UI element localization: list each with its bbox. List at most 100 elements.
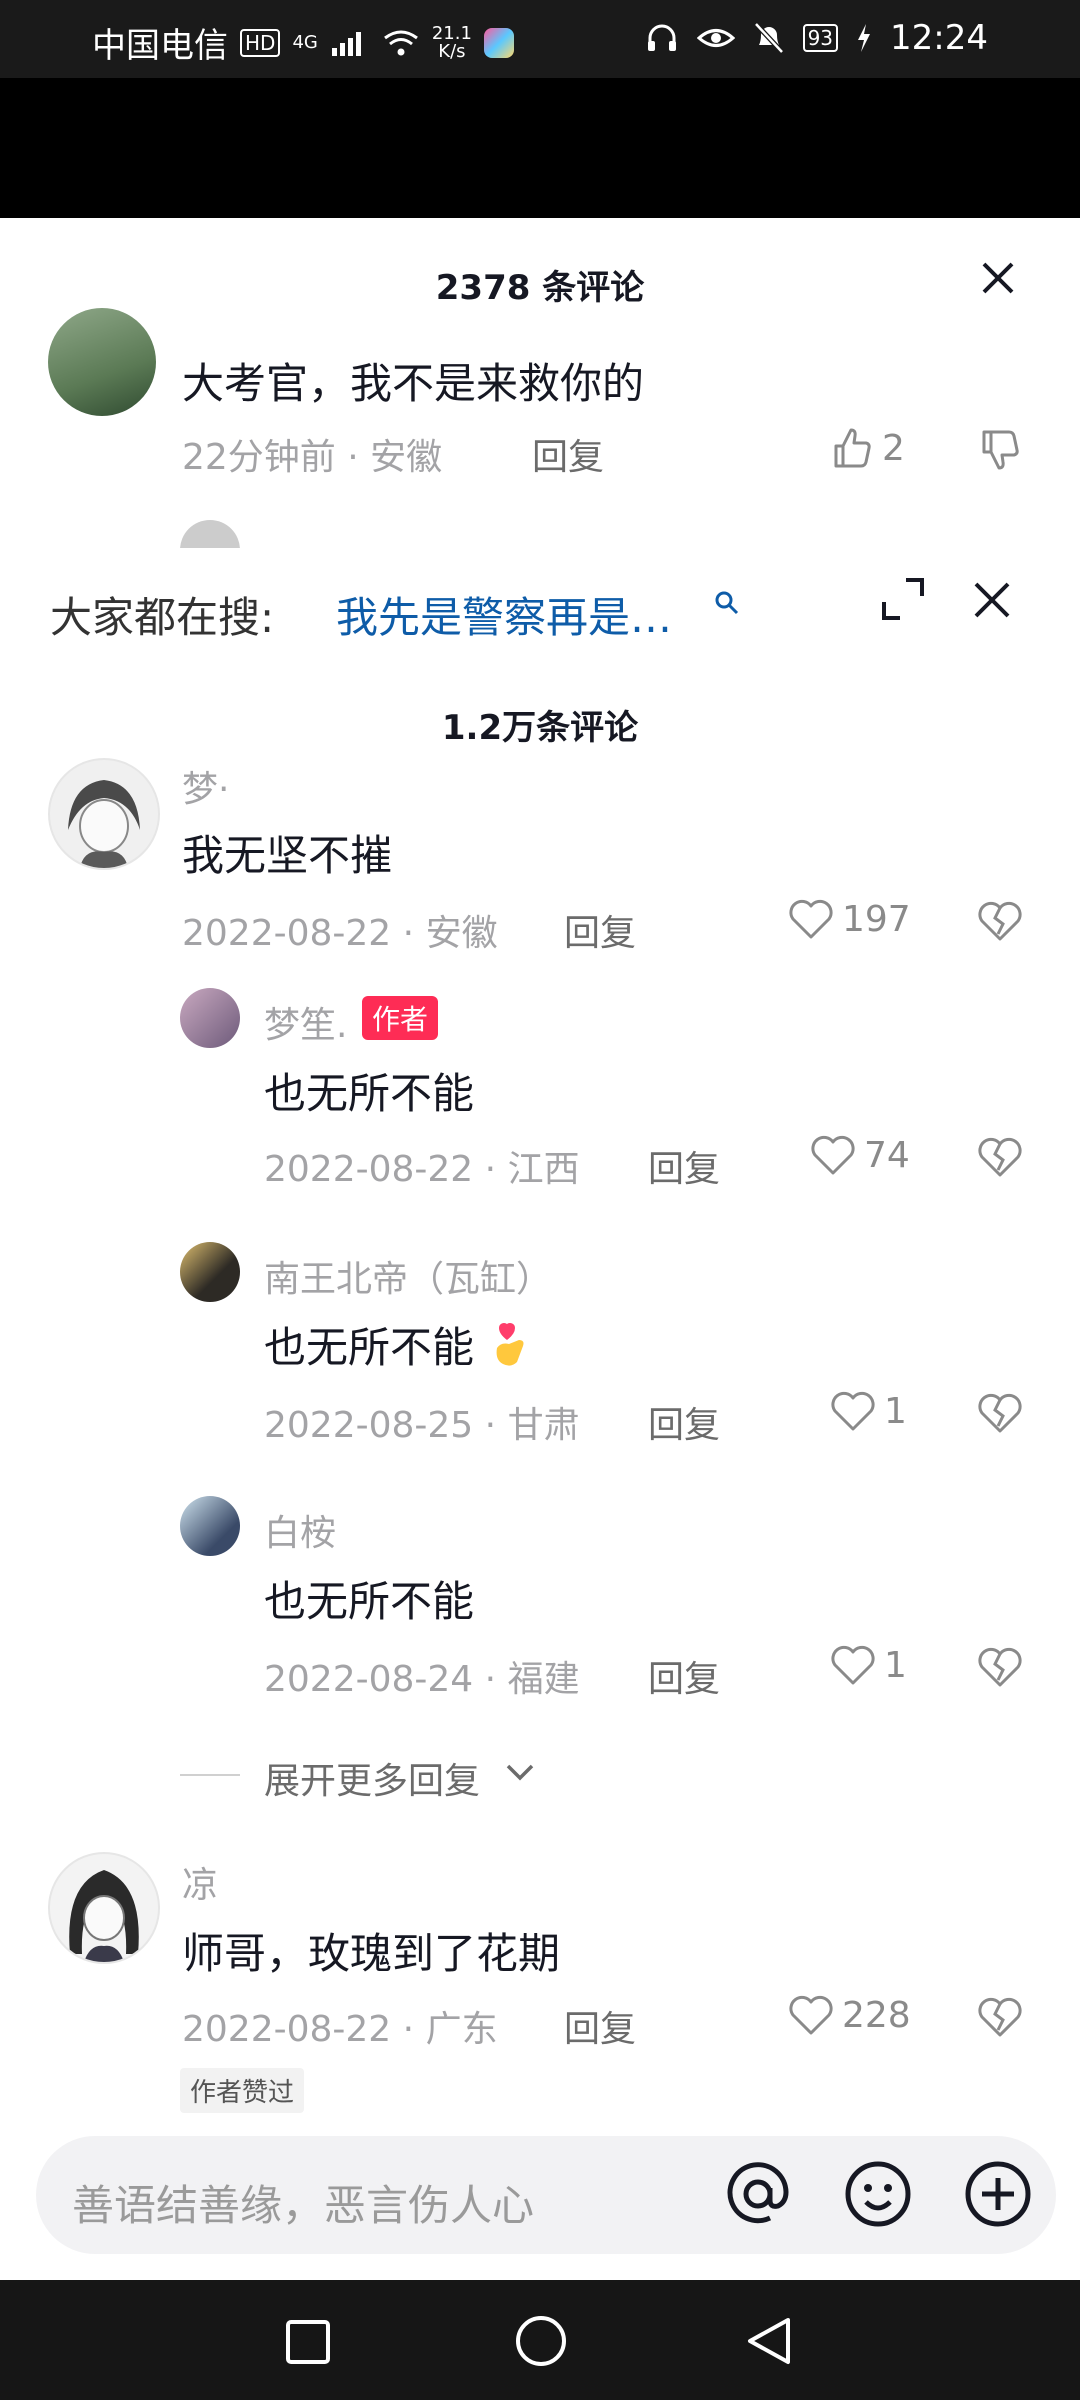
comment-author[interactable]: 梦· [182,760,229,812]
home-button[interactable] [514,2314,568,2372]
add-button[interactable] [962,2158,1034,2234]
like-button[interactable]: 197 [788,898,911,940]
reply-text: 也无所不能 [264,1577,475,1626]
like-button[interactable]: 1 [830,1390,907,1432]
avatar[interactable] [180,1242,240,1302]
meta-separator: · [347,437,371,478]
chevron-down-icon[interactable] [504,1756,536,1792]
sheet-title: 2378 条评论 [435,268,645,308]
speed-value: 21.1 [431,22,472,44]
avatar[interactable] [180,988,240,1048]
background-comment-sheet: 2378 条评论 大考官，我不是来救你的 22分钟前 · 安徽 回复 2 [0,218,1080,548]
like-count: 2 [882,427,905,469]
reply-text-content: 也无所不能 [264,1323,475,1372]
search-label: 大家都在搜: [50,593,275,642]
author-liked-badge: 作者赞过 [180,2068,305,2113]
avatar-image [68,780,140,868]
reply-text: 也无所不能 [264,1314,531,1375]
dislike-button[interactable] [978,1392,1022,1438]
comment-location: 安徽 [370,437,443,478]
like-button[interactable]: 74 [810,1134,910,1176]
reply-button[interactable]: 回复 [564,2000,636,2052]
battery-indicator: 93 [802,24,839,52]
plus-circle-icon [965,2161,1031,2227]
comment-input-placeholder: 善语结善缘，恶言伤人心 [72,2181,535,2230]
divider [180,1774,240,1776]
dislike-button[interactable] [978,1996,1022,2042]
comment-author[interactable]: 凉 [182,1856,218,1908]
reply-button[interactable]: 回复 [648,1140,720,1192]
like-button[interactable]: 228 [788,1994,911,2036]
comment-input[interactable]: 善语结善缘，恶言伤人心 [36,2136,1056,2254]
status-bar: 中国电信 HD 4G 21.1 K/s 93 12:24 [0,0,1080,78]
emoji-button[interactable] [842,2158,914,2234]
reply-button[interactable]: 回复 [564,904,636,956]
expand-button[interactable] [880,576,926,626]
author-badge: 作者 [362,996,439,1040]
reply-author[interactable]: 南王北帝（瓦缸） [264,1250,552,1302]
reply-location: 福建 [507,1659,580,1700]
dislike-button[interactable] [978,1646,1022,1692]
thumbs-down-icon [982,430,1019,470]
video-area [0,78,1080,218]
search-suggestion-bar: 大家都在搜: 我先是警察再是… [0,548,1080,688]
reply-meta: 2022-08-22 · 江西 [264,1140,580,1192]
comment-meta: 22分钟前 · 安徽 [182,428,442,480]
avatar[interactable] [48,1852,160,1964]
reply-button[interactable]: 回复 [648,1396,720,1448]
close-button[interactable] [972,578,1012,628]
comment-location: 安徽 [425,913,498,954]
avatar[interactable] [48,758,160,870]
search-query-link[interactable]: 我先是警察再是… [336,584,672,645]
network-type: 4G [292,31,318,53]
reply-date: 2022-08-24 [264,1659,474,1700]
like-count: 1 [884,1644,907,1686]
avatar [180,520,240,548]
eye-icon [696,29,735,47]
meta-separator: · [402,913,426,954]
comment-time: 22分钟前 [182,437,336,478]
recents-button[interactable] [284,2318,332,2370]
like-button[interactable]: 1 [830,1644,907,1686]
comment-meta: 2022-08-22 · 广东 [182,2000,498,2052]
avatar[interactable] [48,308,156,416]
like-count: 1 [884,1390,907,1432]
carrier-label: 中国电信 [92,26,228,66]
wifi-icon [383,30,418,55]
broken-heart-icon [978,1997,1022,2037]
meta-separator: · [402,2009,426,2050]
heart-icon [789,899,833,939]
reply-text: 也无所不能 [264,1069,475,1118]
reply-author[interactable]: 白桉 [264,1504,336,1556]
reply-button[interactable]: 回复 [648,1650,720,1702]
reply-location: 江西 [507,1149,580,1190]
meta-separator: · [484,1149,508,1190]
heart-icon [831,1645,875,1685]
system-nav-bar [0,2280,1080,2400]
headphone-icon [647,24,676,51]
bell-muted-icon [753,22,784,54]
dislike-button[interactable] [978,900,1022,946]
expand-replies-button[interactable]: 展开更多回复 [264,1752,480,1804]
like-button[interactable]: 2 [830,426,905,470]
app-notification-icon [483,27,514,58]
close-sheet-button[interactable] [980,260,1016,304]
mention-button[interactable] [722,2158,794,2234]
dislike-button[interactable] [978,428,1022,476]
dislike-button[interactable] [978,1136,1022,1182]
reply-button[interactable]: 回复 [532,428,604,480]
thumbs-up-icon [834,428,871,468]
comment-location: 广东 [425,2009,498,2050]
reply-location: 甘肃 [507,1405,580,1446]
reply-author[interactable]: 梦笙. [264,996,347,1048]
broken-heart-icon [978,1647,1022,1687]
comments-count-title: 1.2万条评论 [441,708,639,748]
heart-icon [789,1995,833,2035]
avatar[interactable] [180,1496,240,1556]
like-count: 197 [842,898,911,940]
back-button[interactable] [744,2316,794,2370]
search-icon[interactable] [714,590,740,623]
comment-text: 我无坚不摧 [182,831,393,880]
clock: 12:24 [890,18,988,58]
circle-icon [516,2316,566,2366]
